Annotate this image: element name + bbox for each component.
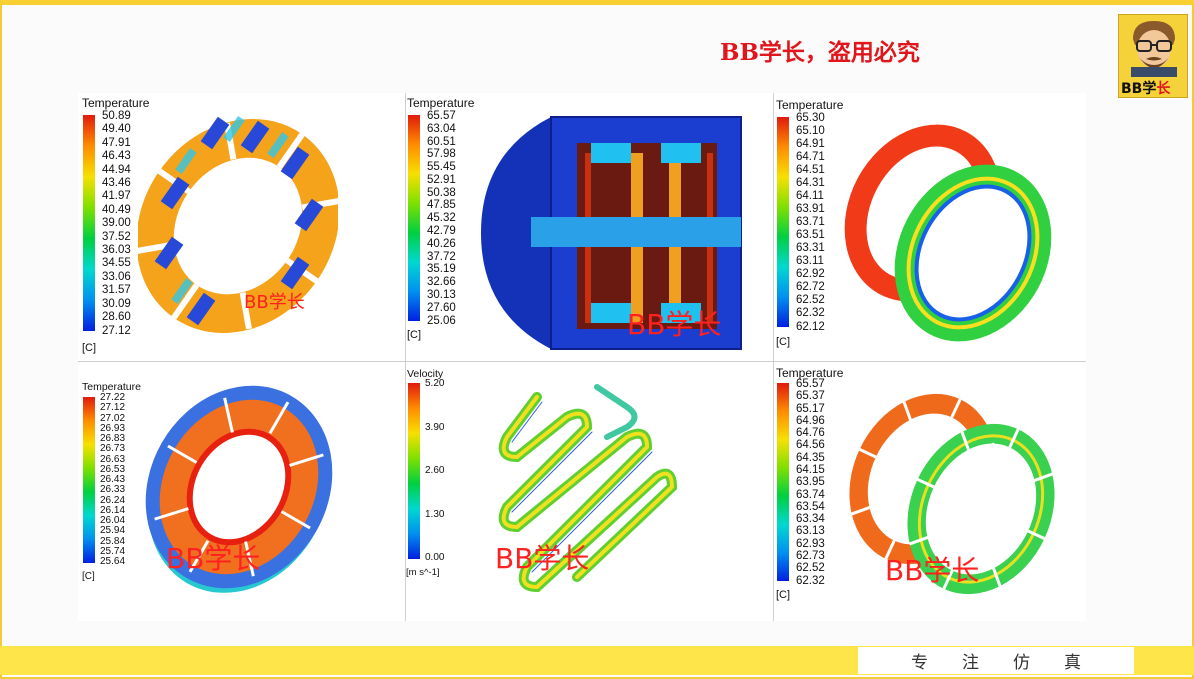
legend-values: 65.57 63.04 60.51 57.98 55.45 52.91 50.38 47.85… <box>427 110 456 327</box>
footer-text: 专注仿真 <box>911 653 1115 673</box>
footer-box: 专注仿真 <box>858 647 1134 674</box>
watermark: BB学长 <box>885 554 980 587</box>
avatar-icon <box>1131 21 1177 77</box>
legend-values: 27.22 27.12 27.02 26.93 26.83 26.73 26.63 26.53… <box>100 392 126 567</box>
color-legend-bar <box>777 117 789 327</box>
legend-values: 65.57 65.37 65.17 64.96 64.76 64.56 64.35 64.15… <box>796 378 825 587</box>
legend-unit: [C] <box>776 336 791 348</box>
housing-rings-model-image <box>844 124 1052 342</box>
legend-values: 50.89 49.40 47.91 46.43 44.94 43.46 41.97 40.49… <box>102 110 131 337</box>
legend-title: Temperature <box>776 98 844 112</box>
legend-unit: [C] <box>407 329 422 341</box>
page-title: BB学长，盗用必究 <box>720 39 920 66</box>
color-legend-bar <box>777 383 789 581</box>
top-accent-bar <box>0 0 1194 5</box>
watermark: BB学长 <box>244 292 305 313</box>
watermark: BB学长 <box>166 542 261 575</box>
color-legend-bar <box>408 115 420 321</box>
panel-coolant-velocity: Velocity 5.20 3.90 2.60 1.30 0.00 [m s^-1] B… <box>405 361 773 621</box>
logo: BB学长 <box>1118 14 1188 98</box>
legend-values: 65.30 65.10 64.91 64.71 64.51 64.31 64.11 63.91… <box>796 112 825 333</box>
panel-housing-temperature: Temperature 65.30 65.10 64.91 64.71 64.51 64.… <box>773 93 1086 361</box>
watermark: BB学长 <box>495 542 590 575</box>
color-legend-bar <box>83 115 95 331</box>
legend-unit: [m s^-1] <box>406 567 440 578</box>
panel-segmented-ring-temperature: Temperature 65.57 65.37 65.17 64.96 64.76 64.… <box>773 361 1086 621</box>
logo-text: BB学长 <box>1121 81 1171 97</box>
color-legend-bar <box>83 397 95 563</box>
panel-rotor-temperature: Temperature 27.22 27.12 27.02 26.93 26.83 26.… <box>78 361 405 621</box>
legend-unit: [C] <box>776 589 791 601</box>
legend-title: Temperature <box>407 96 475 110</box>
panel-stator-temperature: Temperature 50.89 49.40 47.91 46.43 44.94 43.… <box>78 93 405 361</box>
panel-motor-section-temperature: Temperature 65.57 63.04 60.51 57.98 55.45 52.… <box>405 93 773 361</box>
watermark: BB学长 <box>627 308 722 341</box>
results-grid: Temperature 50.89 49.40 47.91 46.43 44.94 43.… <box>78 93 1086 621</box>
legend-unit: [C] <box>82 571 95 582</box>
color-legend-bar <box>408 383 420 559</box>
legend-unit: [C] <box>82 342 97 354</box>
legend-values: 5.20 3.90 2.60 1.30 0.00 <box>425 378 445 563</box>
stator-model-image <box>138 116 338 334</box>
